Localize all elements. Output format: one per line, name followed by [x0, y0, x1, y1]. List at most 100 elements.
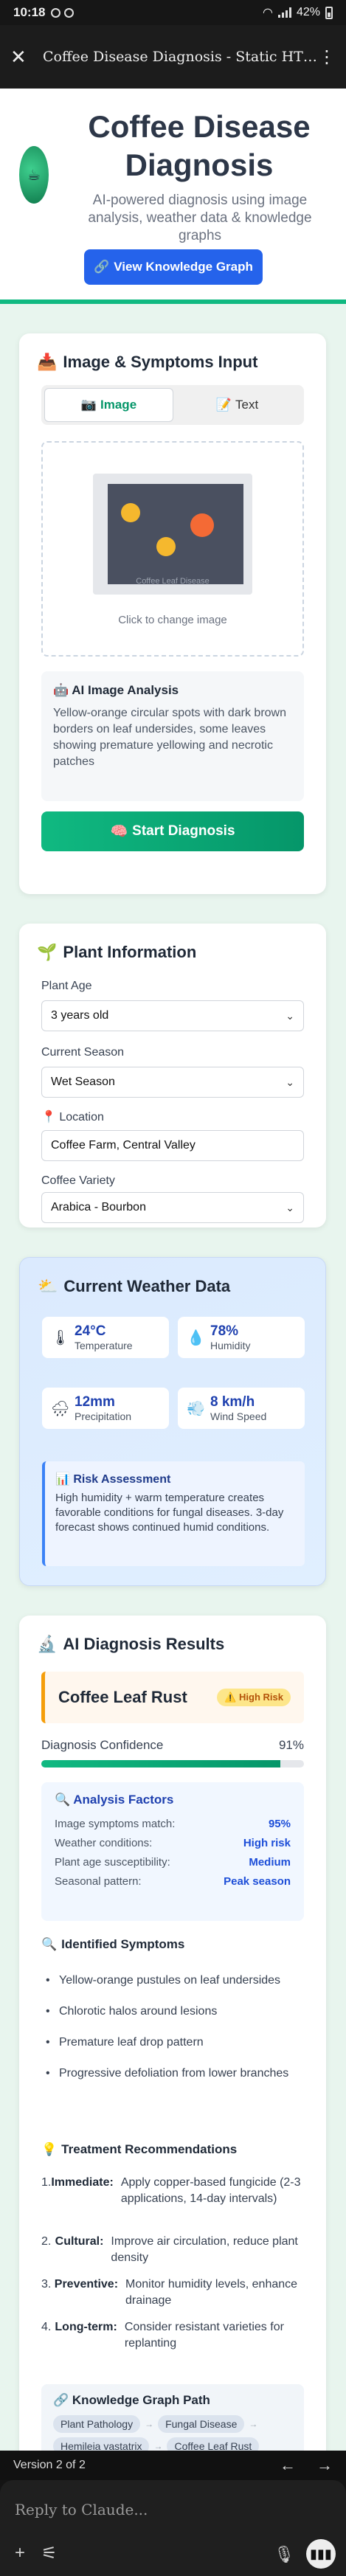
start-diagnosis-button[interactable]: 🧠 Start Diagnosis [41, 811, 304, 851]
kg-path-node[interactable]: Hemileia vastatrix [53, 2437, 150, 2451]
image-upload-area[interactable]: Coffee Leaf Disease Click to change imag… [41, 441, 304, 657]
kg-path-node[interactable]: Fungal Disease [158, 2415, 245, 2433]
tab-text[interactable]: 📝 Text [173, 388, 301, 422]
version-bar: Version 2 of 2 ← → [0, 2451, 346, 2480]
sliders-icon[interactable]: ⚟ [41, 2543, 58, 2564]
battery-icon [325, 6, 333, 19]
pin-icon: 📍 [41, 1111, 56, 1123]
view-knowledge-graph-button[interactable]: 🔗 View Knowledge Graph [84, 249, 263, 285]
confidence-bar-fill [41, 1760, 280, 1767]
plant-age-select[interactable]: 3 years old ⌄ [41, 1000, 304, 1031]
symptom-item: Yellow-orange pustules on leaf underside… [46, 1973, 304, 1989]
confidence-row: Diagnosis Confidence 91% [41, 1738, 304, 1753]
analysis-factors-title: 🔍 Analysis Factors [55, 1793, 174, 1807]
weather-tile-temperature: 🌡 24°C Temperature [42, 1317, 169, 1358]
wifi-icon: ◠ [263, 7, 273, 19]
uploaded-image-preview: Coffee Leaf Disease [93, 474, 252, 595]
knowledge-graph-path-box: 🔗 Knowledge Graph Path Plant Pathology →… [41, 2384, 304, 2451]
status-bar: 10:18 ◠ 42% [0, 0, 346, 25]
symptom-item: Progressive defoliation from lower branc… [46, 2066, 304, 2082]
leaf-spot [121, 503, 140, 522]
results-heading: 🔬 AI Diagnosis Results [37, 1635, 225, 1653]
arrow-right-icon[interactable]: → [316, 2456, 333, 2475]
input-heading: 📥 Image & Symptoms Input [37, 353, 258, 371]
confidence-label: Diagnosis Confidence [41, 1738, 164, 1752]
signal-icon [277, 7, 291, 18]
treatment-item: 1. Immediate: Apply copper-based fungicide… [41, 2176, 301, 2205]
arrow-right-icon: → [153, 2441, 163, 2451]
microphone-icon[interactable]: 🎙 [274, 2545, 294, 2564]
leaf-spot [156, 537, 176, 556]
coffee-leaf-logo-icon: ☕ [19, 146, 49, 204]
robot-icon: 🤖 [53, 683, 69, 697]
arrow-left-icon[interactable]: ← [280, 2456, 296, 2475]
plant-age-label: Plant Age [41, 980, 92, 992]
symptom-item: Chlorotic halos around lesions [46, 2004, 304, 2020]
droplet-icon: 💧 [187, 1329, 205, 1346]
plus-icon[interactable]: + [15, 2543, 25, 2564]
input-card: 📥 Image & Symptoms Input 📷 Image 📝 Text Cof… [19, 333, 326, 894]
warning-icon: ⚠️ [224, 1692, 237, 1703]
ai-image-analysis-box: 🤖 AI Image Analysis Yellow-orange circul… [41, 671, 304, 801]
artifact-page[interactable]: ☕ Coffee Disease Diagnosis AI-powered di… [0, 89, 346, 2451]
location-input[interactable]: Coffee Farm, Central Valley [41, 1130, 304, 1161]
location-label: 📍 Location [41, 1111, 104, 1123]
more-options-icon[interactable]: ⋮ [318, 46, 336, 68]
page-title: Coffee Disease Diagnosis [88, 109, 311, 182]
seedling-icon: 🌱 [37, 943, 58, 961]
chevron-down-icon: ⌄ [286, 1201, 294, 1213]
risk-text: High humidity + warm temperature creates… [55, 1492, 284, 1534]
waveform-icon: ▮▮▮ [310, 2546, 332, 2561]
memo-icon: 📝 [215, 398, 232, 412]
reply-input[interactable]: Reply to Claude... [15, 2501, 331, 2518]
kg-path-title: 🔗 Knowledge Graph Path [53, 2393, 210, 2407]
artifact-title: Coffee Disease Diagnosis - Static HTM... [43, 49, 318, 65]
rain-cloud-icon: 🌧 [51, 1400, 70, 1417]
weather-heading: ⛅ Current Weather Data [38, 1277, 231, 1295]
season-select[interactable]: Wet Season ⌄ [41, 1067, 304, 1098]
variety-select[interactable]: Arabica - Bourbon ⌄ [41, 1192, 304, 1223]
variety-label: Coffee Variety [41, 1174, 115, 1187]
app-bar: ✕ Coffee Disease Diagnosis - Static HTM.… [0, 25, 346, 89]
close-icon[interactable]: ✕ [10, 46, 32, 69]
kg-path-node[interactable]: Plant Pathology [53, 2415, 141, 2433]
weather-tile-precipitation: 🌧 12mm Precipitation [42, 1388, 169, 1429]
plant-info-card: 🌱 Plant Information Plant Age 3 years old… [19, 924, 326, 1228]
treatment-item: 2. Cultural: Improve air circulation, redu… [41, 2235, 298, 2264]
app-status-icon [64, 7, 75, 18]
magnifier-icon: 🔍 [55, 1793, 71, 1807]
leaf-spot [190, 513, 214, 537]
sun-cloud-icon: ⛅ [38, 1277, 58, 1295]
magnifier-icon: 🔍 [41, 1937, 58, 1951]
weather-tile-humidity: 💧 78% Humidity [178, 1317, 305, 1358]
diagnosis-result: Coffee Leaf Rust ⚠️ High Risk [41, 1672, 304, 1723]
factor-row: Seasonal pattern: Peak season [55, 1875, 291, 1888]
disease-name: Coffee Leaf Rust [58, 1688, 187, 1706]
brain-icon: 🧠 [110, 824, 128, 839]
risk-badge: ⚠️ High Risk [217, 1689, 291, 1706]
chevron-down-icon: ⌄ [286, 1076, 294, 1088]
kg-path-node[interactable]: Coffee Leaf Rust [167, 2437, 260, 2451]
leaf-image [108, 484, 243, 584]
risk-title: 📊 Risk Assessment [55, 1473, 171, 1486]
hero-header: ☕ Coffee Disease Diagnosis AI-powered di… [0, 89, 346, 304]
status-time: 10:18 [13, 5, 46, 19]
view-knowledge-graph-label: View Knowledge Graph [114, 260, 253, 274]
version-label: Version 2 of 2 [13, 2459, 86, 2471]
results-card: 🔬 AI Diagnosis Results Coffee Leaf Rust ⚠… [19, 1616, 326, 2451]
image-caption: Coffee Leaf Disease [136, 577, 210, 586]
treatment-item: 3. Preventive: Monitor humidity levels, en… [41, 2278, 298, 2307]
tab-image[interactable]: 📷 Image [44, 388, 173, 422]
factor-row: Plant age susceptibility: Medium [55, 1856, 291, 1869]
voice-mode-button[interactable]: ▮▮▮ [306, 2539, 336, 2569]
page-subtitle: AI-powered diagnosis using image analysi… [88, 193, 312, 243]
symptom-item: Premature leaf drop pattern [46, 2035, 304, 2051]
lightbulb-icon: 💡 [41, 2142, 58, 2156]
notification-icon [51, 7, 61, 18]
factor-row: Image symptoms match: 95% [55, 1818, 291, 1830]
reply-composer[interactable]: Reply to Claude... + ⚟ 🎙 ▮▮▮ [0, 2480, 346, 2576]
analysis-factors-box: 🔍 Analysis Factors Image symptoms match:… [41, 1782, 304, 1921]
camera-icon: 📷 [80, 398, 97, 412]
weather-card: ⛅ Current Weather Data 🌡 24°C Temperature … [19, 1257, 326, 1586]
factor-row: Weather conditions: High risk [55, 1837, 291, 1849]
